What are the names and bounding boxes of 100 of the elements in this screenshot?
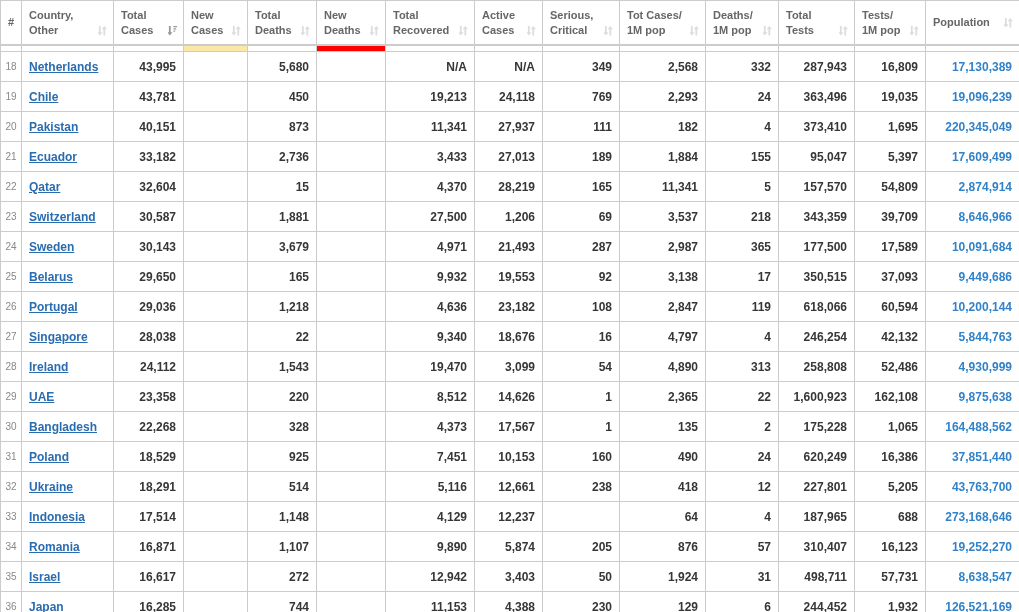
country-link[interactable]: Qatar bbox=[29, 179, 61, 194]
table-cell: 4 bbox=[705, 111, 779, 142]
sort-icon[interactable] bbox=[459, 24, 468, 36]
table-cell: 22 bbox=[705, 381, 779, 412]
sort-icon[interactable] bbox=[910, 24, 919, 36]
table-cell: 2,365 bbox=[619, 381, 706, 412]
country-link[interactable]: UAE bbox=[29, 389, 55, 404]
table-cell: 205 bbox=[542, 531, 620, 562]
table-cell: 246,254 bbox=[778, 321, 855, 352]
table-cell: 258,808 bbox=[778, 351, 855, 382]
table-cell: 1,600,923 bbox=[778, 381, 855, 412]
table-cell: 189 bbox=[542, 141, 620, 172]
table-cell: 16 bbox=[542, 321, 620, 352]
table-cell: 5,397 bbox=[854, 141, 926, 172]
table-cell: 1,881 bbox=[247, 201, 317, 232]
column-header: # bbox=[0, 0, 22, 45]
table-cell: 2,847 bbox=[619, 291, 706, 322]
table-cell: 24,118 bbox=[474, 81, 543, 112]
table-cell: 16,617 bbox=[113, 561, 184, 592]
sort-icon[interactable] bbox=[604, 24, 613, 36]
sort-icon[interactable] bbox=[168, 24, 177, 36]
table-cell: 3,433 bbox=[385, 141, 475, 172]
table-cell: 16,809 bbox=[854, 51, 926, 82]
sort-icon[interactable] bbox=[370, 24, 379, 36]
table-cell: 17,514 bbox=[113, 501, 184, 532]
table-cell: 22,268 bbox=[113, 411, 184, 442]
table-cell: 4,636 bbox=[385, 291, 475, 322]
table-cell: 42,132 bbox=[854, 321, 926, 352]
column-header[interactable]: Total Recovered bbox=[385, 0, 475, 45]
table-cell: 9,340 bbox=[385, 321, 475, 352]
table-cell: 4 bbox=[705, 501, 779, 532]
table-cell: N/A bbox=[474, 51, 543, 82]
sort-icon[interactable] bbox=[763, 24, 772, 36]
rank-number: 18 bbox=[0, 51, 22, 82]
sort-icon[interactable] bbox=[1004, 17, 1013, 28]
sort-icon[interactable] bbox=[839, 24, 848, 36]
table-cell: 16,123 bbox=[854, 531, 926, 562]
table-cell: 2,987 bbox=[619, 231, 706, 262]
table-cell: 14,626 bbox=[474, 381, 543, 412]
rank-number: 31 bbox=[0, 441, 22, 472]
table-cell: 328 bbox=[247, 411, 317, 442]
column-header[interactable]: Active Cases bbox=[474, 0, 543, 45]
table-cell: 4,373 bbox=[385, 411, 475, 442]
table-cell: 27,013 bbox=[474, 141, 543, 172]
table-cell: 4,129 bbox=[385, 501, 475, 532]
rank-number: 22 bbox=[0, 171, 22, 202]
sort-icon[interactable] bbox=[98, 24, 107, 36]
column-header[interactable]: Deaths/ 1M pop bbox=[705, 0, 779, 45]
column-header[interactable]: Tot Cases/ 1M pop bbox=[619, 0, 706, 45]
table-cell: 218 bbox=[705, 201, 779, 232]
table-cell: 769 bbox=[542, 81, 620, 112]
rank-number: 21 bbox=[0, 141, 22, 172]
table-cell: 32,604 bbox=[113, 171, 184, 202]
table-cell: 7,451 bbox=[385, 441, 475, 472]
rank-number: 29 bbox=[0, 381, 22, 412]
table-cell: 1,065 bbox=[854, 411, 926, 442]
table-cell: 12,942 bbox=[385, 561, 475, 592]
table-cell: 2,736 bbox=[247, 141, 317, 172]
table-cell: 2 bbox=[705, 411, 779, 442]
table-cell: 175,228 bbox=[778, 411, 855, 442]
column-header[interactable]: New Deaths bbox=[316, 0, 386, 45]
sort-icon[interactable] bbox=[527, 24, 536, 36]
table-cell: 165 bbox=[542, 171, 620, 202]
table-cell: 688 bbox=[854, 501, 926, 532]
column-header[interactable]: Serious, Critical bbox=[542, 0, 620, 45]
table-cell: 43,995 bbox=[113, 51, 184, 82]
sort-icon[interactable] bbox=[232, 24, 241, 36]
table-cell: 95,047 bbox=[778, 141, 855, 172]
column-header[interactable]: Total Cases bbox=[113, 0, 184, 45]
column-header[interactable]: Total Tests bbox=[778, 0, 855, 45]
table-cell: 182 bbox=[619, 111, 706, 142]
table-cell: 4,890 bbox=[619, 351, 706, 382]
column-header[interactable]: Country, Other bbox=[21, 0, 114, 45]
sort-icon[interactable] bbox=[690, 24, 699, 36]
table-cell: 4 bbox=[705, 321, 779, 352]
table-cell: 238 bbox=[542, 471, 620, 502]
table-cell: 21,493 bbox=[474, 231, 543, 262]
rank-number: 32 bbox=[0, 471, 22, 502]
table-cell: 220 bbox=[247, 381, 317, 412]
rank-number: 28 bbox=[0, 351, 22, 382]
column-header[interactable]: Tests/ 1M pop bbox=[854, 0, 926, 45]
table-cell: 17,567 bbox=[474, 411, 543, 442]
sort-icon[interactable] bbox=[301, 24, 310, 36]
column-header[interactable]: Total Deaths bbox=[247, 0, 317, 45]
table-cell: 19,470 bbox=[385, 351, 475, 382]
table-cell: 2,568 bbox=[619, 51, 706, 82]
table-cell: N/A bbox=[385, 51, 475, 82]
table-cell: 12,237 bbox=[474, 501, 543, 532]
country-link[interactable]: Israel bbox=[29, 569, 61, 584]
country-link[interactable]: Chile bbox=[29, 89, 59, 104]
column-header[interactable]: New Cases bbox=[183, 0, 248, 45]
table-cell: 23,358 bbox=[113, 381, 184, 412]
table-cell: 1,924 bbox=[619, 561, 706, 592]
table-cell: 69 bbox=[542, 201, 620, 232]
table-cell: 24,112 bbox=[113, 351, 184, 382]
table-cell: 287 bbox=[542, 231, 620, 262]
table-cell: 1,884 bbox=[619, 141, 706, 172]
table-cell: 287,943 bbox=[778, 51, 855, 82]
rank-number: 33 bbox=[0, 501, 22, 532]
table-cell: 29,650 bbox=[113, 261, 184, 292]
